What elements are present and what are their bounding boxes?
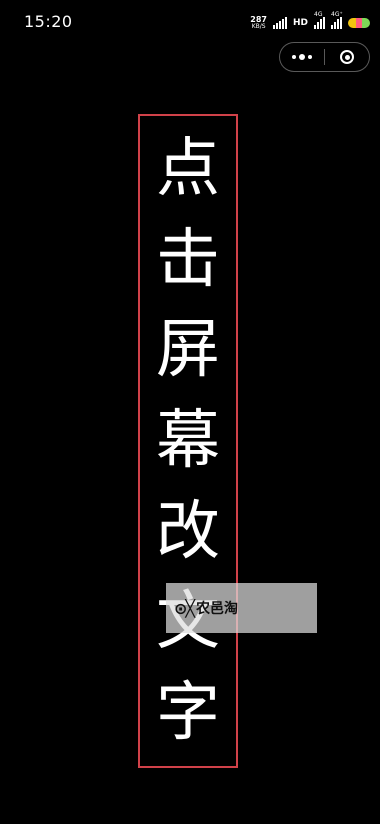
target-close-icon bbox=[340, 50, 354, 64]
watermark-logo: ⊙╳ bbox=[174, 598, 195, 618]
cell-signal-2-icon: 4G⁺ bbox=[331, 11, 343, 29]
text-char: 击 bbox=[156, 222, 220, 297]
text-char: 幕 bbox=[156, 403, 220, 478]
cell-signal-1-label: 4G bbox=[314, 11, 323, 18]
cell-signal-1-icon: 4G bbox=[314, 11, 325, 29]
battery-icon bbox=[348, 18, 370, 28]
watermark-badge: ⊙╳ 农邑淘 bbox=[166, 583, 317, 633]
more-dots-icon[interactable] bbox=[280, 43, 324, 71]
watermark-text: 农邑淘 bbox=[196, 601, 239, 617]
status-time: 15:20 bbox=[24, 12, 73, 31]
text-char: 屏 bbox=[156, 313, 220, 388]
hd-label: HD bbox=[292, 18, 308, 28]
vertical-text-frame[interactable]: 点 击 屏 幕 改 文 字 bbox=[138, 114, 238, 768]
status-bar: 15:20 287 KB/S HD 4G 4G⁺ bbox=[0, 0, 380, 44]
text-char: 字 bbox=[156, 675, 220, 750]
vertical-text[interactable]: 点 击 屏 幕 改 文 字 bbox=[140, 116, 236, 766]
text-char: 点 bbox=[156, 132, 220, 207]
network-speed: 287 KB/S bbox=[250, 15, 267, 31]
status-indicators: 287 KB/S HD 4G 4G⁺ bbox=[250, 11, 370, 32]
wifi-signal-icon bbox=[272, 17, 287, 29]
network-speed-unit: KB/S bbox=[251, 23, 266, 30]
text-char: 改 bbox=[156, 494, 220, 569]
cell-signal-2-label: 4G⁺ bbox=[331, 11, 343, 18]
network-speed-value: 287 bbox=[250, 15, 267, 24]
mini-program-capsule bbox=[279, 42, 370, 72]
close-mini-program-button[interactable] bbox=[325, 43, 369, 71]
